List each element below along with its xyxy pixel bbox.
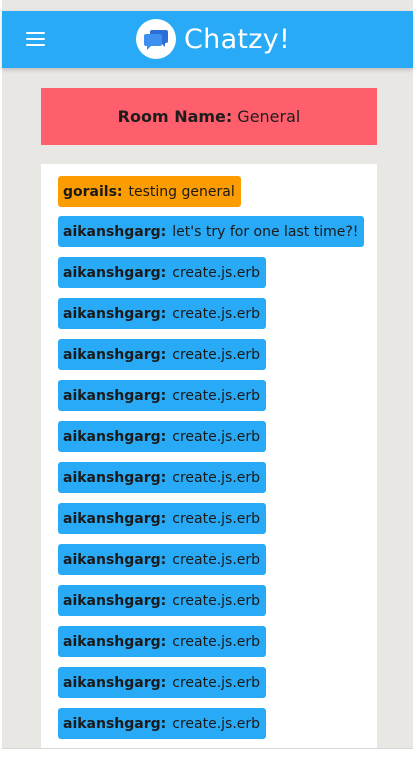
navbar: Chatzy! <box>2 11 413 68</box>
message-item: aikanshgarg: let's try for one last time… <box>58 216 365 247</box>
room-name-banner: Room Name: General <box>41 88 377 145</box>
message-item: aikanshgarg: create.js.erb <box>58 626 267 657</box>
message-username: aikanshgarg: <box>63 346 167 363</box>
message-username: aikanshgarg: <box>63 592 167 609</box>
room-name-value: General <box>237 107 301 126</box>
message-text: testing general <box>128 183 235 200</box>
messages-panel: gorails: testing general aikanshgarg: le… <box>41 164 377 748</box>
message-username: aikanshgarg: <box>63 387 167 404</box>
message-username: aikanshgarg: <box>63 674 167 691</box>
message-item: aikanshgarg: create.js.erb <box>58 708 267 739</box>
message-item: aikanshgarg: create.js.erb <box>58 503 267 534</box>
chat-bubbles-icon <box>136 19 176 59</box>
message-item: aikanshgarg: create.js.erb <box>58 585 267 616</box>
message-text: create.js.erb <box>172 633 261 650</box>
message-text: create.js.erb <box>172 674 261 691</box>
message-text: create.js.erb <box>172 715 261 732</box>
message-item: aikanshgarg: create.js.erb <box>58 380 267 411</box>
message-item: gorails: testing general <box>58 176 241 207</box>
room-name-label: Room Name: <box>117 107 233 126</box>
message-username: aikanshgarg: <box>63 510 167 527</box>
message-item: aikanshgarg: create.js.erb <box>58 667 267 698</box>
message-username: aikanshgarg: <box>63 551 167 568</box>
message-username: aikanshgarg: <box>63 633 167 650</box>
message-item: aikanshgarg: create.js.erb <box>58 544 267 575</box>
message-text: create.js.erb <box>172 387 261 404</box>
message-text: create.js.erb <box>172 510 261 527</box>
message-username: aikanshgarg: <box>63 469 167 486</box>
brand-title: Chatzy! <box>184 23 291 55</box>
message-text: create.js.erb <box>172 428 261 445</box>
message-username: aikanshgarg: <box>63 305 167 322</box>
message-username: aikanshgarg: <box>63 428 167 445</box>
message-username: aikanshgarg: <box>63 223 167 240</box>
message-text: create.js.erb <box>172 592 261 609</box>
message-item: aikanshgarg: create.js.erb <box>58 298 267 329</box>
message-text: create.js.erb <box>172 305 261 322</box>
message-item: aikanshgarg: create.js.erb <box>58 421 267 452</box>
message-text: let's try for one last time?! <box>172 223 359 240</box>
message-item: aikanshgarg: create.js.erb <box>58 339 267 370</box>
hamburger-menu-icon[interactable] <box>26 31 46 47</box>
message-username: aikanshgarg: <box>63 264 167 281</box>
message-text: create.js.erb <box>172 346 261 363</box>
message-item: aikanshgarg: create.js.erb <box>58 462 267 493</box>
message-text: create.js.erb <box>172 551 261 568</box>
message-text: create.js.erb <box>172 469 261 486</box>
message-item: aikanshgarg: create.js.erb <box>58 257 267 288</box>
brand-link[interactable]: Chatzy! <box>136 19 290 59</box>
message-username: aikanshgarg: <box>63 715 167 732</box>
message-text: create.js.erb <box>172 264 261 281</box>
message-username: gorails: <box>63 183 123 200</box>
